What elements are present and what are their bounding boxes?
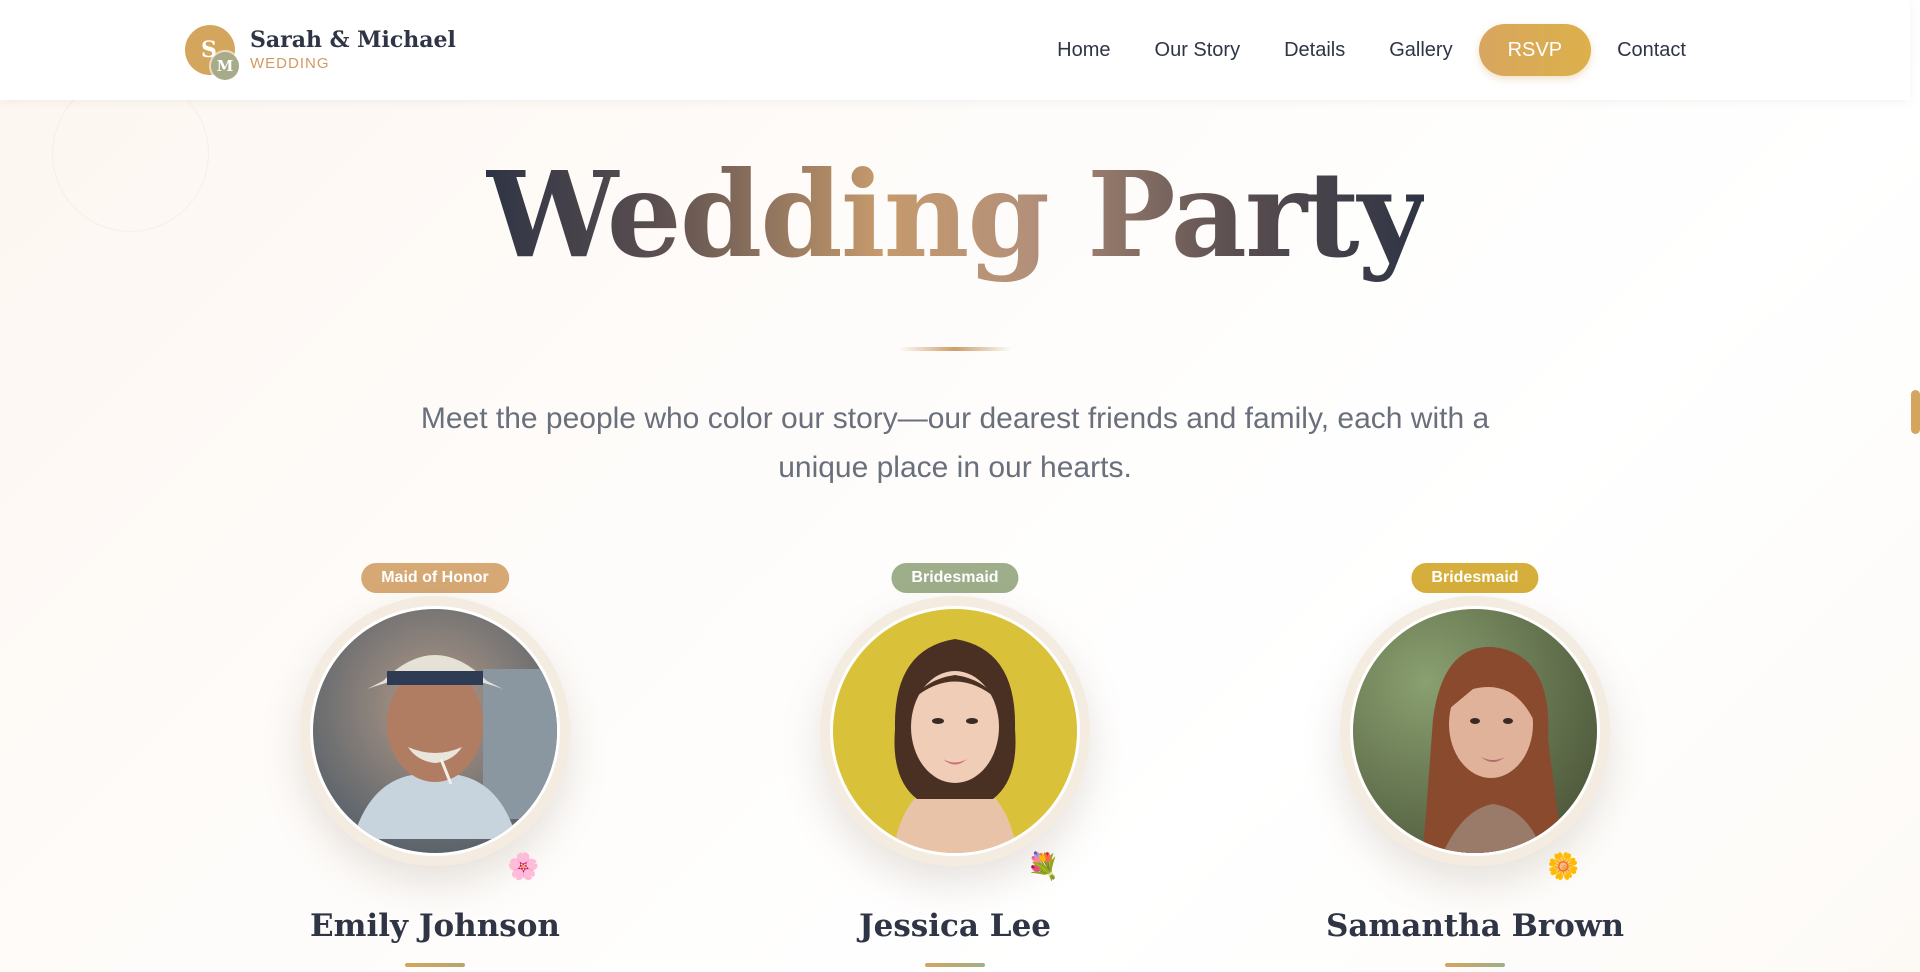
name-divider xyxy=(1445,963,1505,967)
logo-title: Sarah & Michael xyxy=(250,27,456,53)
nav-home[interactable]: Home xyxy=(1035,24,1132,76)
rsvp-button[interactable]: RSVP xyxy=(1478,24,1592,76)
photo-frame xyxy=(820,596,1090,866)
blossom-icon: 🌼 xyxy=(1547,851,1580,881)
bouquet-icon: 💐 xyxy=(1027,851,1060,881)
flower-icon: 🌸 xyxy=(507,851,540,881)
nav-contact[interactable]: Contact xyxy=(1595,24,1708,76)
member-photo xyxy=(830,606,1080,856)
site-header: S M Sarah & Michael WEDDING Home Our Sto… xyxy=(0,0,1910,100)
name-divider xyxy=(405,963,465,967)
nav-details[interactable]: Details xyxy=(1262,24,1367,76)
photo-frame xyxy=(1340,596,1610,866)
role-badge: Bridesmaid xyxy=(891,563,1019,593)
title-divider xyxy=(898,347,1012,351)
scrollbar-thumb[interactable] xyxy=(1911,390,1920,434)
member-name: Samantha Brown xyxy=(1325,908,1625,944)
page-title: Wedding Party xyxy=(485,145,1426,284)
logo-subtitle: WEDDING xyxy=(250,55,330,72)
monogram-icon: S M xyxy=(185,25,239,80)
photo-frame xyxy=(300,596,570,866)
nav-our-story[interactable]: Our Story xyxy=(1133,24,1263,76)
main-nav: Home Our Story Details Gallery RSVP Cont… xyxy=(1035,24,1708,76)
member-name: Emily Johnson xyxy=(310,908,560,944)
role-badge: Maid of Honor xyxy=(361,563,509,593)
member-photo xyxy=(1350,606,1600,856)
name-divider xyxy=(925,963,985,967)
member-name: Jessica Lee xyxy=(858,908,1052,944)
member-photo xyxy=(310,606,560,856)
nav-gallery[interactable]: Gallery xyxy=(1367,24,1474,76)
monogram-initial-m: M xyxy=(211,52,239,80)
role-badge: Bridesmaid xyxy=(1411,563,1539,593)
page-subtitle: Meet the people who color our story—our … xyxy=(420,402,1490,484)
